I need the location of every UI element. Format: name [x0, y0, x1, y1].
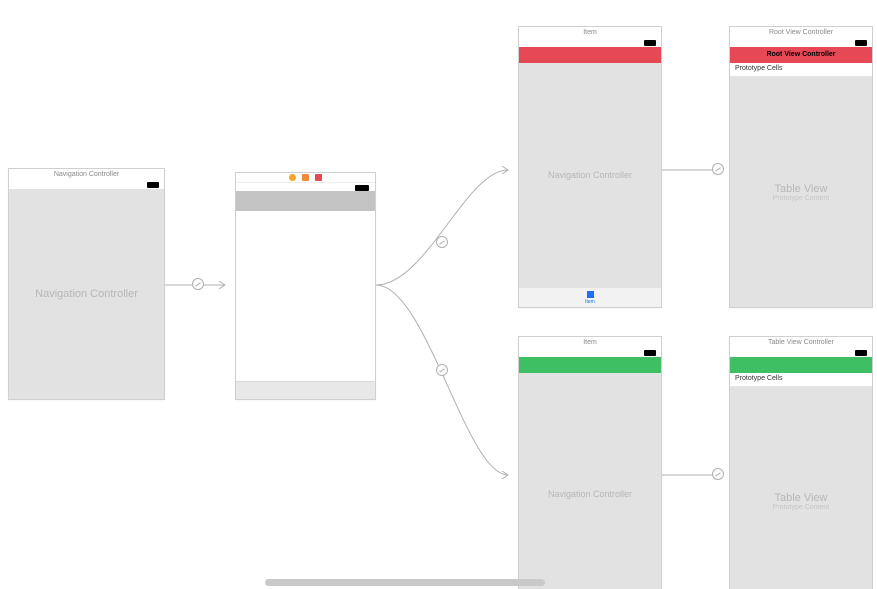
scene-root-view-controller[interactable]: Root View Controller Root View Controlle… — [729, 26, 873, 308]
nav-bar-placeholder — [236, 191, 375, 211]
scene-title: Root View Controller — [730, 29, 872, 36]
scene-title: Item — [519, 29, 661, 36]
table-view-sublabel: Prototype Content — [773, 504, 829, 511]
scene-view-controller[interactable] — [235, 172, 376, 400]
status-battery-icon — [644, 40, 656, 46]
segue-badge-icon — [192, 278, 204, 290]
prototype-cells-label: Prototype Cells — [730, 63, 872, 77]
nav-bar-green — [730, 357, 872, 373]
segue-2-to-5[interactable] — [376, 285, 518, 480]
status-battery-icon — [147, 182, 159, 188]
prototype-cells-label: Prototype Cells — [730, 373, 872, 387]
content-area — [236, 211, 375, 381]
tab-bar[interactable]: Item — [519, 287, 661, 307]
segue-2-to-3[interactable] — [376, 165, 518, 290]
table-view-body: Table View Prototype Content — [730, 387, 872, 589]
nav-body: Navigation Controller — [519, 63, 661, 287]
segue-badge-icon — [712, 468, 724, 480]
tab-item-icon — [587, 291, 594, 298]
scene-nav-controller-2[interactable]: Item Navigation Controller Item — [518, 26, 662, 308]
nav-controller-label: Navigation Controller — [548, 489, 632, 499]
horizontal-scrollbar[interactable] — [265, 579, 545, 586]
scene-title: Navigation Controller — [9, 171, 164, 178]
nav-body: Navigation Controller — [519, 373, 661, 589]
tab-item-label: Item — [585, 299, 595, 305]
nav-controller-label: Navigation Controller — [548, 170, 632, 180]
nav-bar-green — [519, 357, 661, 373]
segue-badge-icon — [436, 236, 448, 248]
nav-bar-red — [519, 47, 661, 63]
status-battery-icon — [855, 350, 867, 356]
segue-badge-icon — [436, 364, 448, 376]
scene-nav-controller-1[interactable]: Navigation Controller Navigation Control… — [8, 168, 165, 400]
nav-bar-red: Root View Controller — [730, 47, 872, 63]
nav-controller-label: Navigation Controller — [35, 288, 138, 300]
scene-toolbar — [236, 173, 375, 183]
segue-badge-icon — [712, 163, 724, 175]
first-responder-icon — [289, 174, 296, 181]
table-view-label: Table View — [775, 492, 828, 504]
table-view-label: Table View — [775, 183, 828, 195]
nav-bar-title: Root View Controller — [730, 47, 872, 63]
status-battery-icon — [855, 40, 867, 46]
tab-bar-placeholder — [236, 381, 375, 399]
exit-icon — [302, 174, 309, 181]
table-view-sublabel: Prototype Content — [773, 195, 829, 202]
storyboard-ref-icon — [315, 174, 322, 181]
scene-nav-controller-3[interactable]: Item Navigation Controller — [518, 336, 662, 589]
table-view-body: Table View Prototype Content — [730, 77, 872, 307]
scene-title: Table View Controller — [730, 339, 872, 346]
scene-table-view-controller[interactable]: Table View Controller Prototype Cells Ta… — [729, 336, 873, 589]
scene-title: Item — [519, 339, 661, 346]
status-battery-icon — [644, 350, 656, 356]
nav-body: Navigation Controller — [9, 189, 164, 399]
